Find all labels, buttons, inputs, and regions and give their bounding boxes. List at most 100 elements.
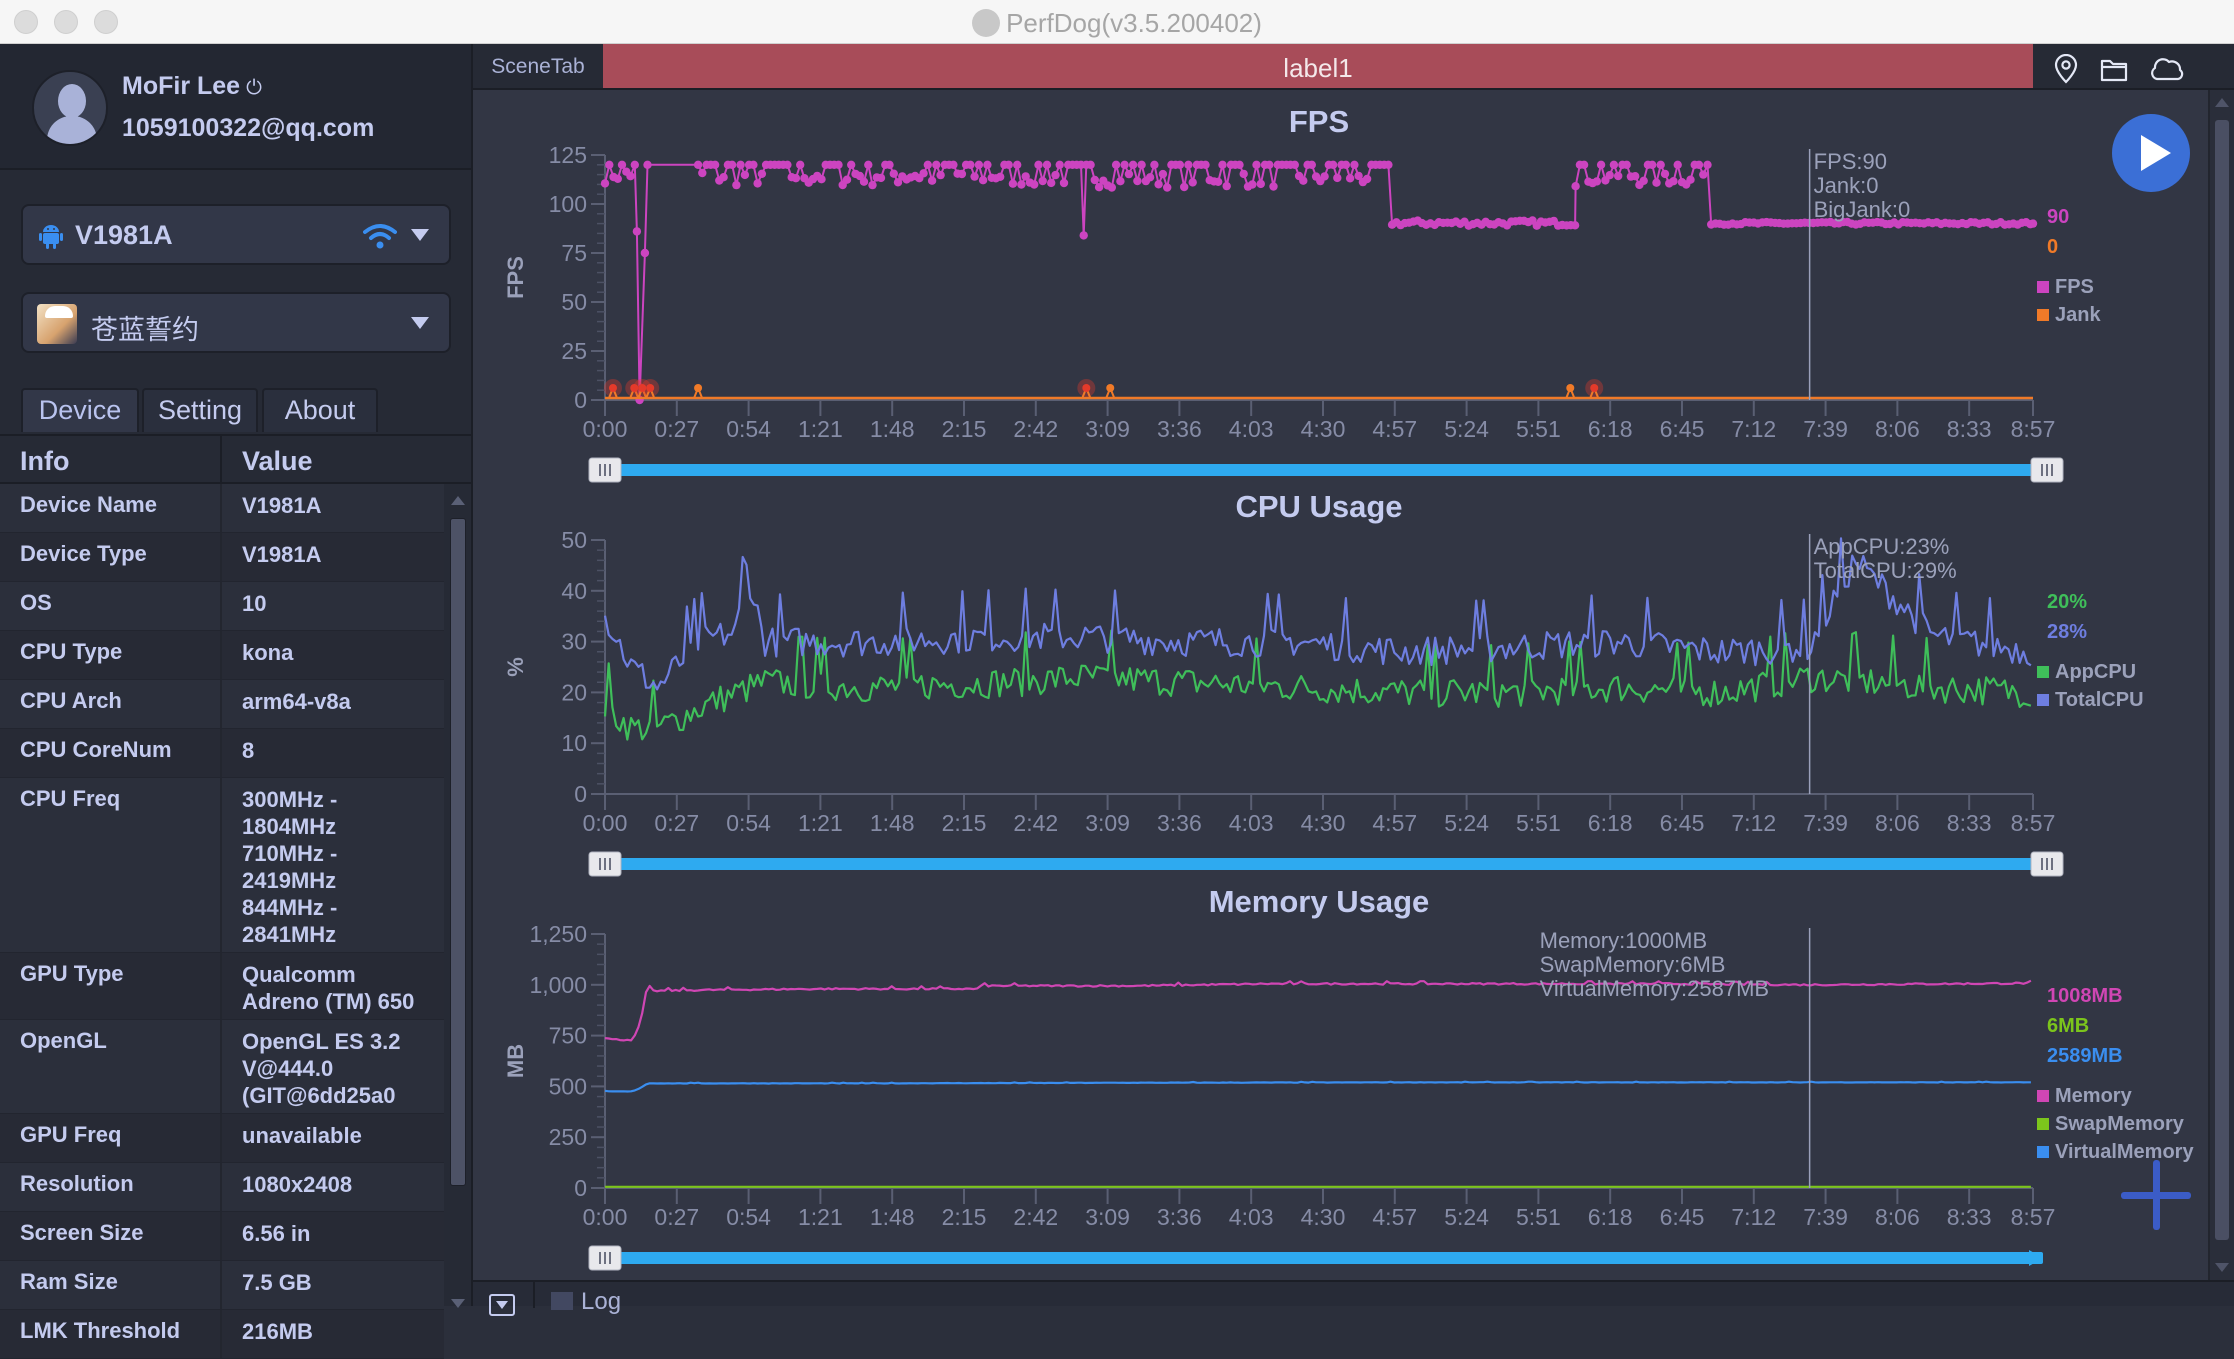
x-tick-label: 1:48 <box>870 1204 915 1230</box>
range-slider-handle-start[interactable] <box>588 457 622 483</box>
info-key: Resolution <box>20 1171 134 1196</box>
start-play-button[interactable] <box>2112 114 2190 192</box>
range-slider-track[interactable] <box>615 464 2043 476</box>
fps-point <box>1648 160 1657 169</box>
game-app-icon <box>37 304 77 344</box>
y-tick-label: 125 <box>549 142 587 168</box>
fps-point <box>1605 171 1614 180</box>
fps-point <box>791 174 801 183</box>
log-checkbox[interactable] <box>551 1292 573 1310</box>
table-row[interactable]: Device Type V1981A <box>0 533 444 582</box>
fps-point <box>736 160 745 169</box>
fps-point <box>1660 169 1670 179</box>
game-app-icon-cap <box>45 306 73 318</box>
range-slider-handle-start[interactable] <box>588 1245 622 1271</box>
cursor-readout: BigJank:0 <box>1814 197 1911 222</box>
range-slider-handle-end[interactable] <box>2030 457 2064 483</box>
main-panel: SceneTab label1 FPS 0 25 50 75 100 125 FPS 0:00 0… <box>473 44 2234 1316</box>
range-slider-handle-end[interactable] <box>2030 851 2064 877</box>
table-row[interactable]: CPU Arch arm64-v8a <box>0 680 444 729</box>
column-divider <box>220 1212 222 1260</box>
fps-point <box>1059 178 1069 188</box>
info-value: V1981A <box>242 493 322 518</box>
fps-point <box>626 172 635 181</box>
fps-point <box>1622 160 1631 169</box>
x-tick-label: 0:27 <box>654 416 699 442</box>
fps-point <box>1362 174 1372 184</box>
x-tick-label: 7:12 <box>1731 1204 1776 1230</box>
scroll-down-arrow-icon[interactable] <box>2215 1263 2229 1272</box>
sidebar-scrollbar[interactable] <box>448 496 466 1308</box>
add-chart-button[interactable] <box>2121 1160 2191 1230</box>
x-tick-label: 1:21 <box>798 810 843 836</box>
table-row[interactable]: CPU Type kona <box>0 631 444 680</box>
legend-swatch <box>2037 694 2049 706</box>
scroll-up-arrow-icon[interactable] <box>2215 98 2229 107</box>
scroll-up-arrow-icon[interactable] <box>451 496 465 505</box>
fps-point <box>1703 160 1712 169</box>
table-row[interactable]: Ram Size 7.5 GB <box>0 1261 444 1310</box>
fps-point <box>640 248 650 258</box>
tab-about[interactable]: About <box>262 388 378 432</box>
fps-point <box>876 173 886 183</box>
tab-setting[interactable]: Setting <box>142 388 258 432</box>
scrollbar-thumb[interactable] <box>450 518 466 1186</box>
table-row[interactable]: Resolution 1080x2408 <box>0 1163 444 1212</box>
jank-point <box>608 384 617 392</box>
y-tick-label: 10 <box>561 730 587 756</box>
fps-point <box>1345 174 1355 183</box>
x-tick-label: 4:57 <box>1372 1204 1417 1230</box>
table-row[interactable]: CPU Freq 300MHz - 1804MHz 710MHz - 2419MH… <box>0 778 444 953</box>
fps-point <box>1201 160 1210 169</box>
info-value: 10 <box>242 591 267 616</box>
power-icon[interactable]: ⏻ <box>246 77 262 99</box>
x-tick-label: 0:54 <box>726 810 771 836</box>
log-toggle-button[interactable] <box>489 1294 515 1316</box>
table-row[interactable]: Screen Size 6.56 in <box>0 1212 444 1261</box>
app-select[interactable]: 苍蓝誓约 <box>21 292 451 353</box>
table-row[interactable]: GPU Freq unavailable <box>0 1114 444 1163</box>
fps-point <box>834 160 843 169</box>
range-slider-handle-start[interactable] <box>588 851 622 877</box>
table-row[interactable]: LMK Threshold 216MB <box>0 1310 444 1359</box>
column-divider <box>220 680 222 728</box>
fps-point <box>1384 160 1393 169</box>
table-row[interactable]: OpenGL OpenGL ES 3.2 V@444.0 (GIT@6dd25a0 <box>0 1020 444 1114</box>
fps-point <box>740 170 750 180</box>
x-tick-label: 4:57 <box>1372 810 1417 836</box>
x-tick-label: 3:09 <box>1085 810 1130 836</box>
main-scrollbar[interactable] <box>2208 90 2234 1280</box>
avatar[interactable] <box>32 70 108 146</box>
tab-device[interactable]: Device <box>21 388 139 432</box>
fps-point <box>1008 179 1018 188</box>
fps-point <box>842 175 852 184</box>
fps-point <box>719 173 728 182</box>
column-divider <box>220 1261 222 1309</box>
column-divider <box>220 953 222 1019</box>
x-tick-label: 0:54 <box>726 416 771 442</box>
fps-point <box>1030 180 1039 189</box>
chart-cpu-usage: CPU Usage 0 10 20 30 40 50% 0:00 0:27 0:54 1:21 1:4… <box>503 489 2144 877</box>
x-tick-label: 2:15 <box>942 1204 987 1230</box>
range-slider-track[interactable] <box>615 1252 2043 1264</box>
x-tick-label: 8:33 <box>1947 1204 1992 1230</box>
table-row[interactable]: OS 10 <box>0 582 444 631</box>
range-slider-track[interactable] <box>615 858 2043 870</box>
info-key: CPU Arch <box>20 688 122 713</box>
table-row[interactable]: CPU CoreNum 8 <box>0 729 444 778</box>
table-row[interactable]: Device Name V1981A <box>0 484 444 533</box>
y-tick-label: 750 <box>549 1023 587 1049</box>
x-tick-label: 6:18 <box>1588 810 1633 836</box>
y-tick-label: 250 <box>549 1124 587 1150</box>
column-header-value[interactable]: Value <box>242 446 313 477</box>
device-select[interactable]: V1981A <box>21 204 451 265</box>
fps-point <box>605 160 614 169</box>
last-value: 2589MB <box>2047 1045 2123 1067</box>
scrollbar-thumb[interactable] <box>2215 120 2229 1240</box>
info-key: CPU Type <box>20 639 123 664</box>
table-row[interactable]: GPU Type Qualcomm Adreno (TM) 650 <box>0 953 444 1020</box>
column-header-info[interactable]: Info <box>20 446 69 477</box>
info-key: GPU Freq <box>20 1122 122 1147</box>
scroll-down-arrow-icon[interactable] <box>451 1299 465 1308</box>
fps-point <box>919 169 928 178</box>
